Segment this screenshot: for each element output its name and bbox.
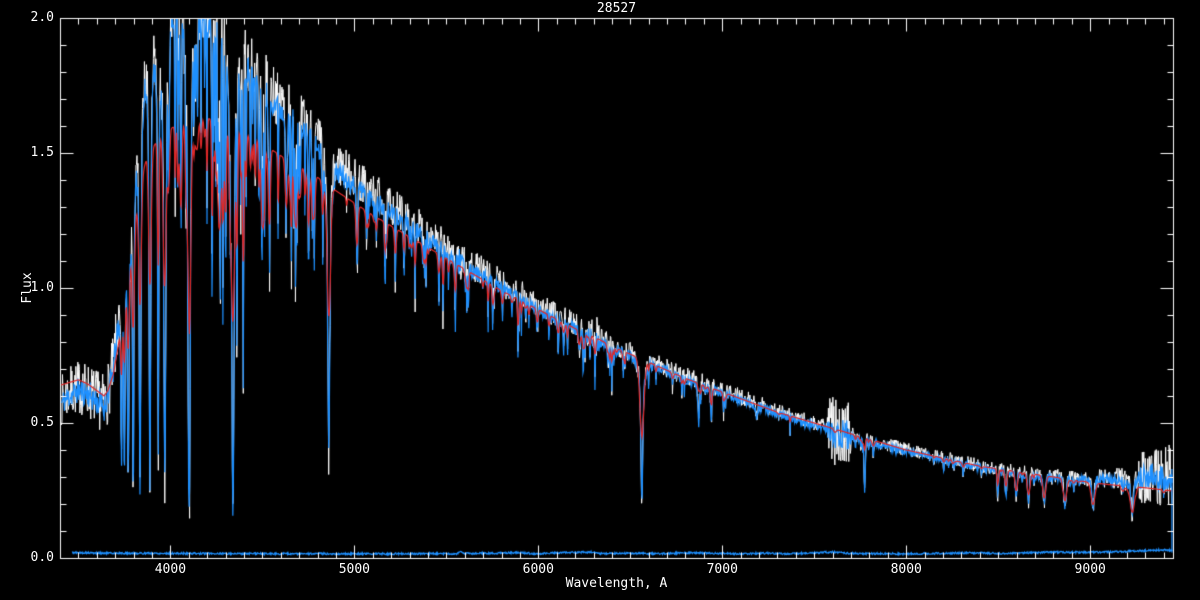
plot-title: 28527 xyxy=(60,2,1173,16)
x-axis-label: Wavelength, A xyxy=(60,577,1173,591)
x-tick-label-6000: 6000 xyxy=(508,563,568,577)
spectral-plot-window: 28527 Wavelength, A Flux 400050006000700… xyxy=(0,0,1200,600)
y-tick-label-1.0: 1.0 xyxy=(16,281,54,295)
y-tick-label-0.0: 0.0 xyxy=(16,551,54,565)
x-tick-label-4000: 4000 xyxy=(140,563,200,577)
y-tick-label-1.5: 1.5 xyxy=(16,146,54,160)
spectrum-canvas xyxy=(0,0,1200,600)
x-tick-label-8000: 8000 xyxy=(876,563,936,577)
y-tick-label-0.5: 0.5 xyxy=(16,416,54,430)
x-tick-label-5000: 5000 xyxy=(324,563,384,577)
y-tick-label-2.0: 2.0 xyxy=(16,11,54,25)
x-tick-label-9000: 9000 xyxy=(1060,563,1120,577)
x-tick-label-7000: 7000 xyxy=(692,563,752,577)
